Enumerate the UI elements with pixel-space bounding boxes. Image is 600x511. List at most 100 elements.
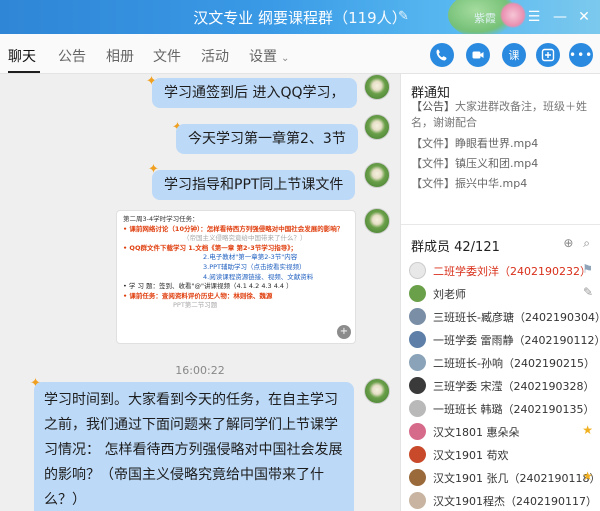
group-info-panel: 群通知 【公告】大家进群改备注，班级＋姓名，谢谢配合 【文件】睁眼看世界.mp4… bbox=[400, 74, 600, 511]
image-text-line: • 课前网络讨论（10分钟）：怎样看待西方列强侵略对中国社会发展的影响？ bbox=[123, 224, 344, 233]
member-item[interactable]: 汉文1901 苟欢 bbox=[409, 444, 595, 466]
add-member-icon[interactable]: ⊕ bbox=[563, 236, 573, 250]
message-timestamp: 16:00:22 bbox=[175, 364, 225, 377]
member-name: 汉文1901 张几（2402190118） bbox=[433, 472, 600, 485]
member-name: 三班班长-臧彦瑭（2402190304） bbox=[433, 311, 600, 324]
announcement[interactable]: 【公告】大家进群改备注，班级＋姓名，谢谢配合 bbox=[411, 99, 595, 131]
owner-icon: ⚑ bbox=[582, 262, 593, 276]
avatar bbox=[409, 400, 426, 417]
active-tab-indicator bbox=[8, 71, 40, 73]
member-name: 二班学委刘洋（2402190232） bbox=[433, 265, 591, 278]
member-name: 汉文1801 惠朵朵 bbox=[433, 426, 520, 439]
notice-file-list: 【文件】睁眼看世界.mp4 【文件】镇压义和团.mp4 【文件】振兴中华.mp4 bbox=[411, 134, 599, 194]
tab-album[interactable]: 相册 bbox=[106, 46, 134, 66]
zoom-icon[interactable]: + bbox=[337, 325, 351, 339]
tab-activities[interactable]: 活动 bbox=[201, 46, 229, 66]
phone-icon[interactable] bbox=[430, 43, 454, 67]
edit-icon[interactable]: ✎ bbox=[583, 285, 593, 299]
member-name: 一班班长 韩璐（2402190135） bbox=[433, 403, 595, 416]
minimize-icon[interactable]: — bbox=[550, 7, 570, 27]
lesson-icon[interactable]: 课 bbox=[502, 43, 526, 67]
avatar bbox=[409, 469, 426, 486]
image-message[interactable]: 第二周3-4学时学习任务： • 课前网络讨论（10分钟）：怎样看待西方列强侵略对… bbox=[116, 210, 356, 344]
user-label: 紫霞 bbox=[474, 12, 496, 25]
avatar bbox=[409, 423, 426, 440]
avatar[interactable] bbox=[364, 114, 390, 140]
file-notice-item[interactable]: 【文件】振兴中华.mp4 bbox=[411, 174, 599, 194]
member-name: 汉文1901 苟欢 bbox=[433, 449, 509, 462]
member-item[interactable]: 汉文1901程杰（2402190117） bbox=[409, 490, 597, 511]
file-name: 睁眼看世界.mp4 bbox=[455, 137, 539, 150]
group-member-count: （119人） bbox=[333, 9, 407, 27]
file-name: 镇压义和团.mp4 bbox=[455, 157, 539, 170]
avatar bbox=[409, 285, 426, 302]
message-bubble[interactable]: 学习指导和PPT同上节课文件 bbox=[152, 170, 356, 200]
image-text-line: • 课前任务：查阅资料评价历史人物：林则徐、魏源 bbox=[123, 291, 273, 300]
member-item[interactable]: 刘老师 ✎ bbox=[409, 283, 595, 305]
member-item[interactable]: 一班学委 雷雨静（2402190112） bbox=[409, 329, 600, 351]
member-item[interactable]: 一班班长 韩璐（2402190135） bbox=[409, 398, 595, 420]
chevron-down-icon: ⌄ bbox=[281, 53, 290, 64]
file-name: 振兴中华.mp4 bbox=[455, 177, 528, 190]
file-notice-item[interactable]: 【文件】镇压义和团.mp4 bbox=[411, 154, 599, 174]
tab-files[interactable]: 文件 bbox=[153, 46, 181, 66]
member-name: 一班学委 雷雨静（2402190112） bbox=[433, 334, 600, 347]
image-text-line: （帝国主义侵略究竟给中国带来了什么？） bbox=[183, 234, 307, 243]
avatar bbox=[409, 446, 426, 463]
image-text-line: • QQ群文件下载学习 1.文档《第一章 第2-3节学习指导》； bbox=[123, 243, 297, 252]
member-name: 刘老师 bbox=[433, 288, 466, 301]
file-tag: 【文件】 bbox=[411, 137, 455, 150]
add-app-icon[interactable] bbox=[536, 43, 560, 67]
message-bubble[interactable]: 今天学习第一章第2、3节 bbox=[176, 124, 358, 154]
video-icon[interactable] bbox=[466, 43, 490, 67]
image-text-line: 2.电子教材"第一章第2-3节"内容 bbox=[203, 253, 298, 262]
window-title: 汉文专业 纲要课程群（119人） bbox=[0, 7, 600, 28]
group-name: 汉文专业 纲要课程群 bbox=[193, 9, 334, 27]
avatar bbox=[409, 354, 426, 371]
close-icon[interactable]: ✕ bbox=[574, 7, 594, 27]
tab-bar: 聊天 公告 相册 文件 活动 设置 ⌄ 课 ••• bbox=[0, 34, 600, 74]
member-item[interactable]: 二班班长-孙响（2402190215） bbox=[409, 352, 595, 374]
image-text-line: • 学 习 题：签到、收看"@"讲课视频（4.1 4.2 4.3 4.4 ） bbox=[123, 282, 293, 291]
image-text-line: 4.阅读课程资源链接、视频、文献资料 bbox=[203, 272, 314, 281]
image-text-line: 第二周3-4学时学习任务： bbox=[123, 215, 199, 223]
file-notice-item[interactable]: 【文件】睁眼看世界.mp4 bbox=[411, 134, 599, 154]
message-bubble[interactable]: 学习通签到后 进入QQ学习， bbox=[152, 78, 357, 108]
member-name: 汉文1901程杰（2402190117） bbox=[433, 495, 597, 508]
tab-announcements[interactable]: 公告 bbox=[58, 46, 86, 66]
message-bubble[interactable]: 学习时间到。大家看到今天的任务，在自主学习之前，我们通过下面问题来了解同学们上节… bbox=[34, 382, 354, 511]
chat-pane[interactable]: ✦ 学习通签到后 进入QQ学习， ✦ 今天学习第一章第2、3节 ✦ 学习指导和P… bbox=[0, 74, 400, 511]
divider bbox=[401, 224, 600, 225]
image-text-line: PPT第二节习题 bbox=[173, 301, 218, 310]
avatar bbox=[409, 331, 426, 348]
avatar[interactable] bbox=[364, 162, 390, 188]
file-tag: 【文件】 bbox=[411, 157, 455, 170]
image-text-line: 3.PPT辅助学习（点击按看实视频） bbox=[203, 262, 306, 271]
avatar bbox=[409, 492, 426, 509]
member-name: 三班学委 宋滢（2402190328） bbox=[433, 380, 595, 393]
search-icon[interactable]: ⌕ bbox=[583, 236, 590, 250]
avatar[interactable] bbox=[364, 208, 390, 234]
star-icon: ★ bbox=[582, 423, 593, 437]
members-title: 群成员 42/121 bbox=[411, 240, 500, 255]
member-item[interactable]: 三班班长-臧彦瑭（2402190304） bbox=[409, 306, 600, 328]
menu-icon[interactable]: ☰ bbox=[524, 7, 544, 27]
avatar bbox=[409, 262, 426, 279]
avatar[interactable] bbox=[364, 378, 390, 404]
more-icon[interactable]: ••• bbox=[569, 43, 593, 67]
member-name: 二班班长-孙响（2402190215） bbox=[433, 357, 595, 370]
tab-chat[interactable]: 聊天 bbox=[8, 46, 36, 66]
avatar[interactable] bbox=[364, 74, 390, 100]
member-item[interactable]: 汉文1801 惠朵朵 ★ bbox=[409, 421, 595, 443]
avatar bbox=[409, 377, 426, 394]
announcement-tag: 【公告】 bbox=[411, 100, 455, 113]
member-tools: ⊕ ⌕ bbox=[563, 236, 590, 251]
member-item[interactable]: 汉文1901 张几（2402190118） ★ bbox=[409, 467, 600, 489]
tab-settings[interactable]: 设置 ⌄ bbox=[249, 46, 289, 66]
member-item[interactable]: 三班学委 宋滢（2402190328） bbox=[409, 375, 595, 397]
tab-settings-label: 设置 bbox=[249, 49, 277, 65]
file-tag: 【文件】 bbox=[411, 177, 455, 190]
title-bar: 汉文专业 纲要课程群（119人） ✎ 紫霞 ☰ — ✕ bbox=[0, 0, 600, 38]
member-item[interactable]: 二班学委刘洋（2402190232） ⚑ bbox=[409, 260, 595, 282]
edit-title-icon[interactable]: ✎ bbox=[398, 9, 409, 24]
